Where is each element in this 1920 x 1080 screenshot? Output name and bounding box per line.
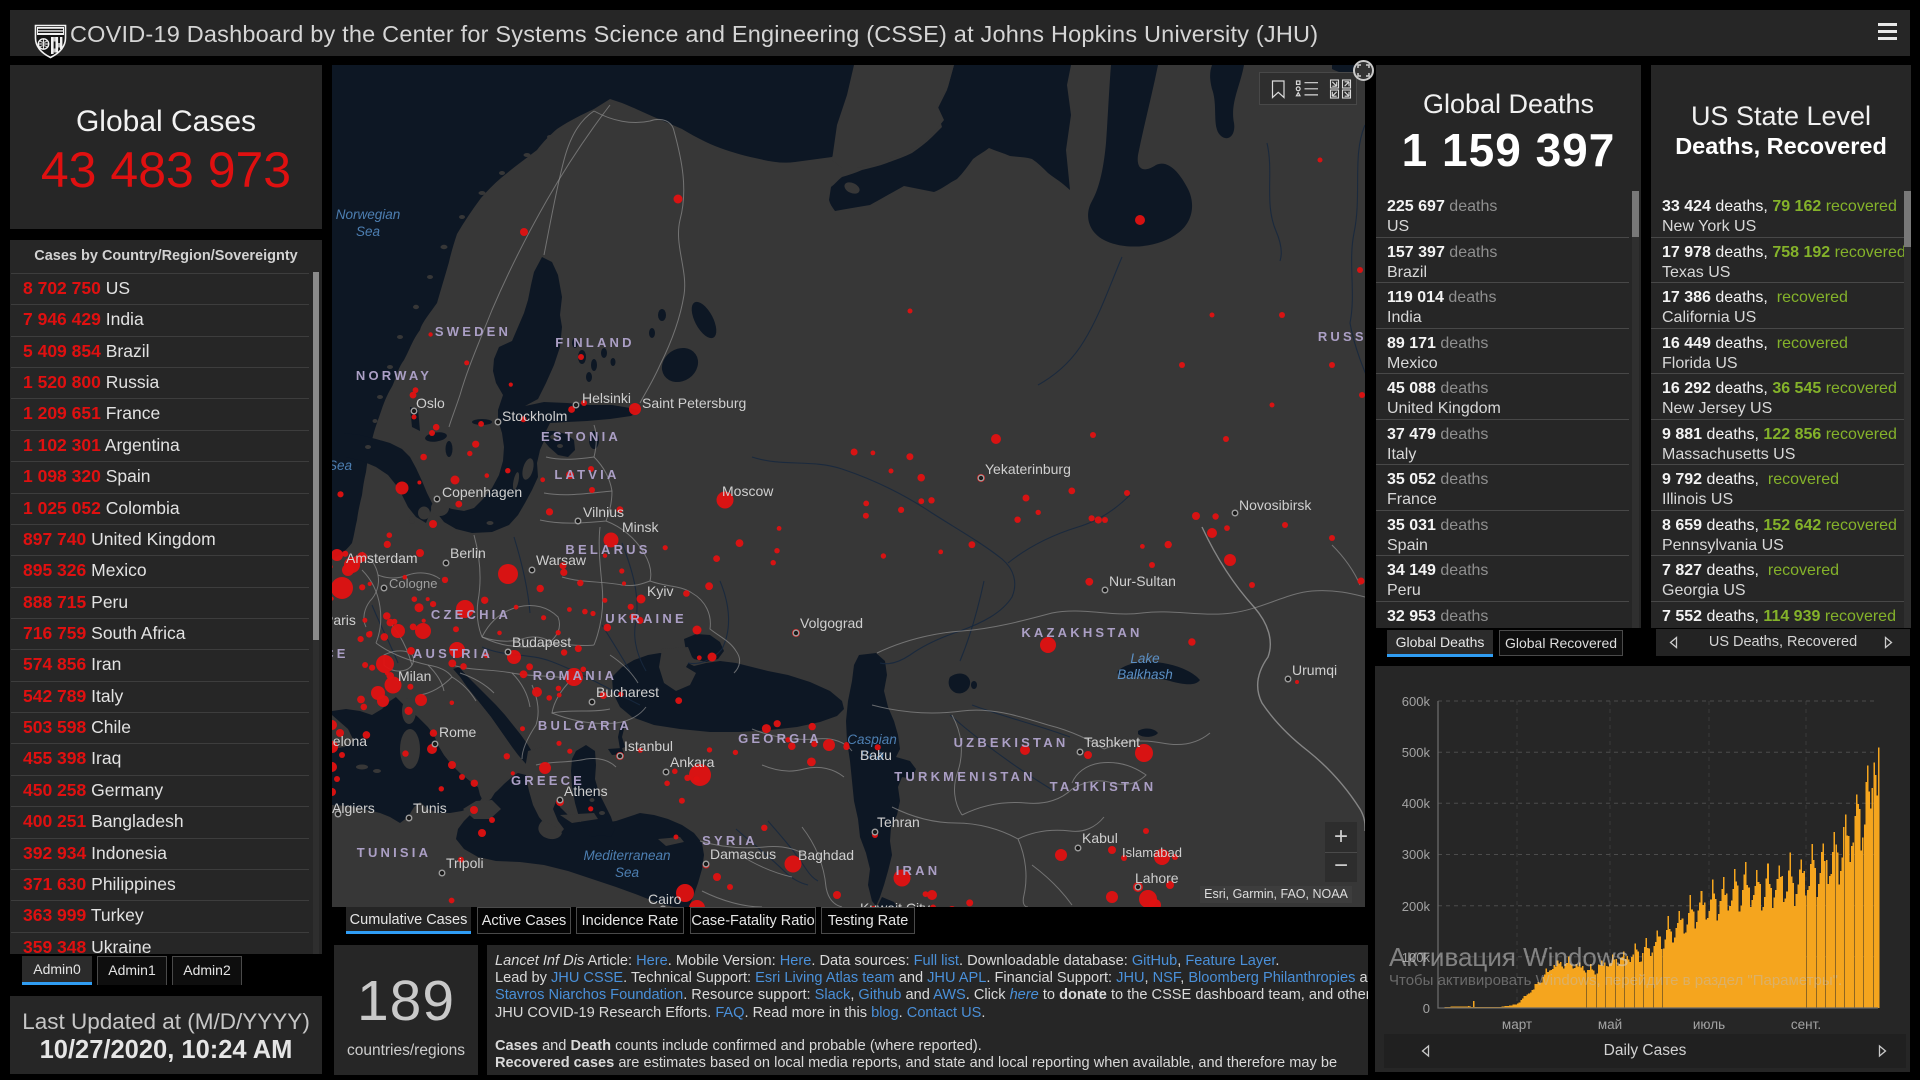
svg-text:Tashkent: Tashkent xyxy=(1084,734,1140,750)
svg-text:ESTONIA: ESTONIA xyxy=(541,429,621,444)
svg-text:Bucharest: Bucharest xyxy=(596,684,659,700)
svg-text:Istanbul: Istanbul xyxy=(624,738,673,754)
svg-text:FINLAND: FINLAND xyxy=(555,335,634,350)
svg-text:Kabul: Kabul xyxy=(1082,830,1118,846)
svg-text:Sea: Sea xyxy=(356,224,381,239)
svg-text:SWEDEN: SWEDEN xyxy=(435,324,511,339)
svg-text:май: май xyxy=(1598,1017,1622,1032)
svg-text:NORWAY: NORWAY xyxy=(356,368,432,383)
svg-text:IRAN: IRAN xyxy=(896,863,941,878)
svg-text:Stockholm: Stockholm xyxy=(502,408,567,424)
svg-text:Amsterdam: Amsterdam xyxy=(346,550,418,566)
svg-text:UZBEKISTAN: UZBEKISTAN xyxy=(954,735,1069,750)
svg-text:300k: 300k xyxy=(1402,847,1431,862)
svg-text:Helsinki: Helsinki xyxy=(582,390,631,406)
svg-text:AUSTRIA: AUSTRIA xyxy=(413,646,493,661)
svg-text:Athens: Athens xyxy=(564,783,608,799)
svg-text:Tripoli: Tripoli xyxy=(446,855,484,871)
svg-text:сент.: сент. xyxy=(1791,1017,1821,1032)
svg-text:Copenhagen: Copenhagen xyxy=(442,484,522,500)
svg-text:ROMANIA: ROMANIA xyxy=(533,668,618,683)
svg-text:Caspian: Caspian xyxy=(847,732,897,747)
svg-text:Moscow: Moscow xyxy=(722,483,774,499)
svg-text:200k: 200k xyxy=(1402,899,1431,914)
svg-text:Cologne: Cologne xyxy=(389,576,437,591)
svg-text:Mediterranean: Mediterranean xyxy=(583,848,670,863)
svg-text:Cairo: Cairo xyxy=(648,891,682,907)
svg-text:Norwegian: Norwegian xyxy=(336,207,401,222)
svg-text:TURKMENISTAN: TURKMENISTAN xyxy=(894,769,1035,784)
svg-text:0: 0 xyxy=(1423,1001,1430,1016)
svg-text:Novosibirsk: Novosibirsk xyxy=(1239,497,1312,513)
svg-text:600k: 600k xyxy=(1402,694,1431,709)
svg-text:Kyiv: Kyiv xyxy=(647,583,673,599)
svg-text:июль: июль xyxy=(1693,1017,1725,1032)
svg-text:CZECHIA: CZECHIA xyxy=(431,607,511,622)
svg-text:Sea: Sea xyxy=(615,865,640,880)
svg-text:TAJIKISTAN: TAJIKISTAN xyxy=(1050,779,1157,794)
svg-text:RUSSIA: RUSSIA xyxy=(1318,329,1365,344)
svg-text:Sea: Sea xyxy=(332,458,352,473)
svg-text:Damascus: Damascus xyxy=(710,846,776,862)
svg-text:Budapest: Budapest xyxy=(512,634,571,650)
svg-text:Lahore: Lahore xyxy=(1135,870,1179,886)
svg-text:Baku: Baku xyxy=(860,747,892,763)
svg-text:Balkhash: Balkhash xyxy=(1117,667,1173,682)
svg-text:FRANCE: FRANCE xyxy=(332,646,349,661)
svg-text:Vilnius: Vilnius xyxy=(583,504,624,520)
svg-text:Kuwait City: Kuwait City xyxy=(860,900,930,907)
svg-text:Baghdad: Baghdad xyxy=(798,847,854,863)
svg-text:Algiers: Algiers xyxy=(332,800,375,816)
svg-text:Saint Petersburg: Saint Petersburg xyxy=(642,395,746,411)
svg-text:400k: 400k xyxy=(1402,796,1431,811)
svg-text:Volgograd: Volgograd xyxy=(800,615,863,631)
svg-text:LATVIA: LATVIA xyxy=(554,467,619,482)
svg-text:Nur-Sultan: Nur-Sultan xyxy=(1109,573,1176,589)
svg-text:Lake: Lake xyxy=(1130,651,1159,666)
svg-text:Islamabad: Islamabad xyxy=(1122,845,1182,860)
svg-text:Yekaterinburg: Yekaterinburg xyxy=(985,461,1071,477)
svg-text:Warsaw: Warsaw xyxy=(536,552,587,568)
svg-text:Urumqi: Urumqi xyxy=(1292,662,1337,678)
svg-text:TUNISIA: TUNISIA xyxy=(357,845,431,860)
svg-text:Tehran: Tehran xyxy=(877,814,920,830)
svg-text:Barcelona: Barcelona xyxy=(332,733,367,749)
svg-text:Rome: Rome xyxy=(439,724,477,740)
svg-text:Tunis: Tunis xyxy=(413,800,447,816)
svg-text:GEORGIA: GEORGIA xyxy=(738,731,822,746)
svg-text:Oslo: Oslo xyxy=(416,395,445,411)
svg-text:BULGARIA: BULGARIA xyxy=(538,718,632,733)
svg-text:Ankara: Ankara xyxy=(670,754,715,770)
svg-text:KAZAKHSTAN: KAZAKHSTAN xyxy=(1021,625,1142,640)
svg-text:UKRAINE: UKRAINE xyxy=(605,611,687,626)
svg-text:Paris: Paris xyxy=(332,612,356,628)
svg-text:500k: 500k xyxy=(1402,745,1431,760)
svg-text:Minsk: Minsk xyxy=(622,519,660,535)
svg-text:март: март xyxy=(1502,1017,1532,1032)
svg-text:Milan: Milan xyxy=(398,668,431,684)
svg-text:Berlin: Berlin xyxy=(450,545,486,561)
